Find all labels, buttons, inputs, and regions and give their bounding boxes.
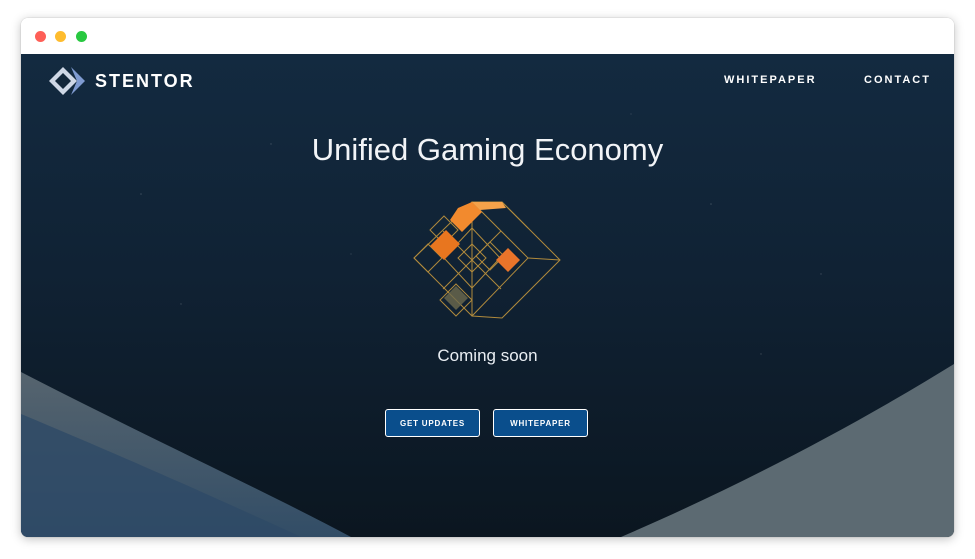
whitepaper-button[interactable]: WHITEPAPER	[493, 409, 588, 437]
maximize-window-button[interactable]	[76, 31, 87, 42]
nav-contact-link[interactable]: CONTACT	[864, 74, 931, 86]
brand-logo-link[interactable]: STENTOR	[47, 66, 195, 96]
minimize-window-button[interactable]	[55, 31, 66, 42]
close-window-button[interactable]	[35, 31, 46, 42]
stentor-logo-icon	[49, 67, 85, 95]
coming-soon-text: Coming soon	[437, 346, 538, 365]
cube-emblem-icon	[413, 201, 561, 319]
window-titlebar	[21, 18, 954, 54]
nav-whitepaper-link[interactable]: WHITEPAPER	[724, 74, 817, 86]
get-updates-button[interactable]: GET UPDATES	[385, 409, 480, 437]
browser-window: STENTOR WHITEPAPER CONTACT Unified Gamin…	[21, 18, 954, 537]
hero-title: Unified Gaming Economy	[311, 132, 664, 167]
brand-name: STENTOR	[95, 70, 195, 91]
hero-section: STENTOR WHITEPAPER CONTACT Unified Gamin…	[21, 54, 954, 537]
